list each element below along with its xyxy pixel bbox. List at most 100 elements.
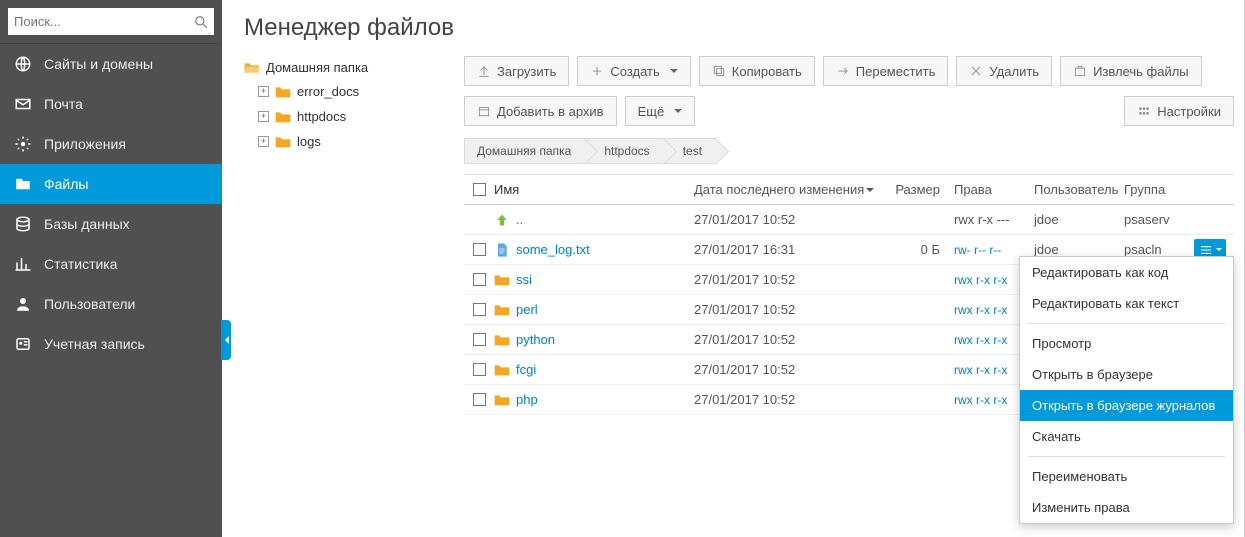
tree-node[interactable]: + logs [258, 129, 452, 154]
apps-icon [14, 135, 32, 153]
file-name[interactable]: perl [516, 302, 538, 317]
tree-root-label: Домашняя папка [266, 60, 368, 75]
move-button[interactable]: Переместить [823, 56, 949, 86]
file-date: 27/01/2017 10:52 [694, 302, 894, 317]
select-all-checkbox[interactable] [473, 183, 486, 196]
col-name[interactable]: Имя [494, 182, 694, 197]
sidebar-item-account[interactable]: Учетная запись [0, 324, 222, 364]
permissions: rwx r-x --- [954, 212, 1010, 227]
file-name[interactable]: some_log.txt [516, 242, 590, 257]
context-menu-item[interactable]: Переименовать [1020, 461, 1233, 492]
file-date: 27/01/2017 10:52 [694, 392, 894, 407]
sidebar-item-users[interactable]: Пользователи [0, 284, 222, 324]
extract-label: Извлечь файлы [1093, 64, 1189, 79]
expand-icon[interactable]: + [258, 111, 269, 122]
toolbar: Загрузить Создать Копировать Переместить… [464, 56, 1234, 86]
sidebar-item-apps[interactable]: Приложения [0, 124, 222, 164]
context-menu-item[interactable]: Редактировать как текст [1020, 288, 1233, 319]
row-checkbox[interactable] [473, 303, 486, 316]
context-menu-item[interactable]: Открыть в браузере журналов [1020, 390, 1233, 421]
breadcrumb-item[interactable]: Домашняя папка [464, 138, 586, 164]
users-icon [14, 295, 32, 313]
sidebar-item-files[interactable]: Файлы [0, 164, 222, 204]
context-menu-item[interactable]: Редактировать как код [1020, 257, 1233, 288]
upload-button[interactable]: Загрузить [464, 56, 569, 86]
table-row: ..27/01/2017 10:52rwx r-x ---jdoepsaserv [464, 205, 1234, 235]
permissions-link[interactable]: rwx r-x r-x [954, 363, 1007, 377]
table-header: Имя Дата последнего изменения Размер Пра… [464, 175, 1234, 205]
archive-button[interactable]: Добавить в архив [464, 96, 617, 126]
more-button[interactable]: Ещё [625, 96, 696, 126]
context-menu-item[interactable]: Изменить права [1020, 492, 1233, 523]
search-wrap [0, 0, 222, 44]
col-perm[interactable]: Права [954, 182, 1034, 197]
menu-separator [1028, 456, 1225, 457]
copy-button[interactable]: Копировать [699, 56, 815, 86]
file-group: psaserv [1124, 212, 1194, 227]
sidebar-item-stats[interactable]: Статистика [0, 244, 222, 284]
tree-node[interactable]: +httpdocs [258, 104, 452, 129]
sidebar-item-label: Сайты и домены [44, 56, 153, 72]
context-menu-item[interactable]: Просмотр [1020, 328, 1233, 359]
sidebar-item-mail[interactable]: Почта [0, 84, 222, 124]
col-size[interactable]: Размер [894, 182, 954, 197]
files-icon [14, 175, 32, 193]
file-date: 27/01/2017 16:31 [694, 242, 894, 257]
file-name[interactable]: php [516, 392, 538, 407]
row-checkbox[interactable] [473, 273, 486, 286]
settings-button[interactable]: Настройки [1124, 96, 1234, 126]
remove-button[interactable]: Удалить [956, 56, 1052, 86]
main: Менеджер файлов Домашняя папка + error_do… [222, 0, 1244, 537]
file-name[interactable]: fcgi [516, 362, 536, 377]
context-menu-item[interactable]: Открыть в браузере [1020, 359, 1233, 390]
sidebar-item-db[interactable]: Базы данных [0, 204, 222, 244]
folder-open-icon [244, 61, 260, 75]
folder-icon [494, 272, 510, 288]
search-icon [194, 15, 208, 29]
search-box[interactable] [8, 8, 214, 35]
folder-icon [494, 302, 510, 318]
permissions-link[interactable]: rwx r-x r-x [954, 303, 1007, 317]
copy-label: Копировать [732, 64, 802, 79]
row-checkbox[interactable] [473, 333, 486, 346]
file-date: 27/01/2017 10:52 [694, 272, 894, 287]
folder-icon [494, 332, 510, 348]
context-menu-item[interactable]: Скачать [1020, 421, 1233, 452]
row-checkbox[interactable] [473, 243, 486, 256]
folder-icon [275, 135, 291, 149]
file-size: 0 Б [894, 242, 954, 257]
tree-root[interactable]: Домашняя папка [244, 56, 452, 79]
file-date: 27/01/2017 10:52 [694, 362, 894, 377]
stats-icon [14, 255, 32, 273]
file-name[interactable]: ssi [516, 272, 532, 287]
upload-label: Загрузить [497, 64, 556, 79]
page-title: Менеджер файлов [244, 14, 1244, 42]
sidebar-item-label: Приложения [44, 136, 126, 152]
search-input[interactable] [14, 14, 194, 29]
file-date: 27/01/2017 10:52 [694, 212, 894, 227]
expand-icon[interactable]: + [258, 86, 269, 97]
sidebar-item-sites[interactable]: Сайты и домены [0, 44, 222, 84]
sites-icon [14, 55, 32, 73]
tree-node-label: logs [297, 134, 321, 149]
split-handle[interactable] [221, 320, 231, 360]
permissions-link[interactable]: rwx r-x r-x [954, 333, 1007, 347]
create-button[interactable]: Создать [577, 56, 690, 86]
move-label: Переместить [856, 64, 936, 79]
col-group[interactable]: Группа [1124, 182, 1194, 197]
file-name[interactable]: .. [516, 212, 523, 227]
tree-node-label: error_docs [297, 84, 359, 99]
tree-node[interactable]: + error_docs [258, 79, 452, 104]
col-modified[interactable]: Дата последнего изменения [694, 182, 894, 197]
expand-icon[interactable]: + [258, 136, 269, 147]
row-checkbox[interactable] [473, 393, 486, 406]
permissions-link[interactable]: rwx r-x r-x [954, 273, 1007, 287]
extract-button[interactable]: Извлечь файлы [1060, 56, 1202, 86]
file-user: jdoe [1034, 242, 1124, 257]
permissions-link[interactable]: rw- r-- r-- [954, 243, 1001, 257]
file-name[interactable]: python [516, 332, 555, 347]
sidebar-item-label: Почта [44, 96, 83, 112]
permissions-link[interactable]: rwx r-x r-x [954, 393, 1007, 407]
row-checkbox[interactable] [473, 363, 486, 376]
col-user[interactable]: Пользователь [1034, 182, 1124, 197]
